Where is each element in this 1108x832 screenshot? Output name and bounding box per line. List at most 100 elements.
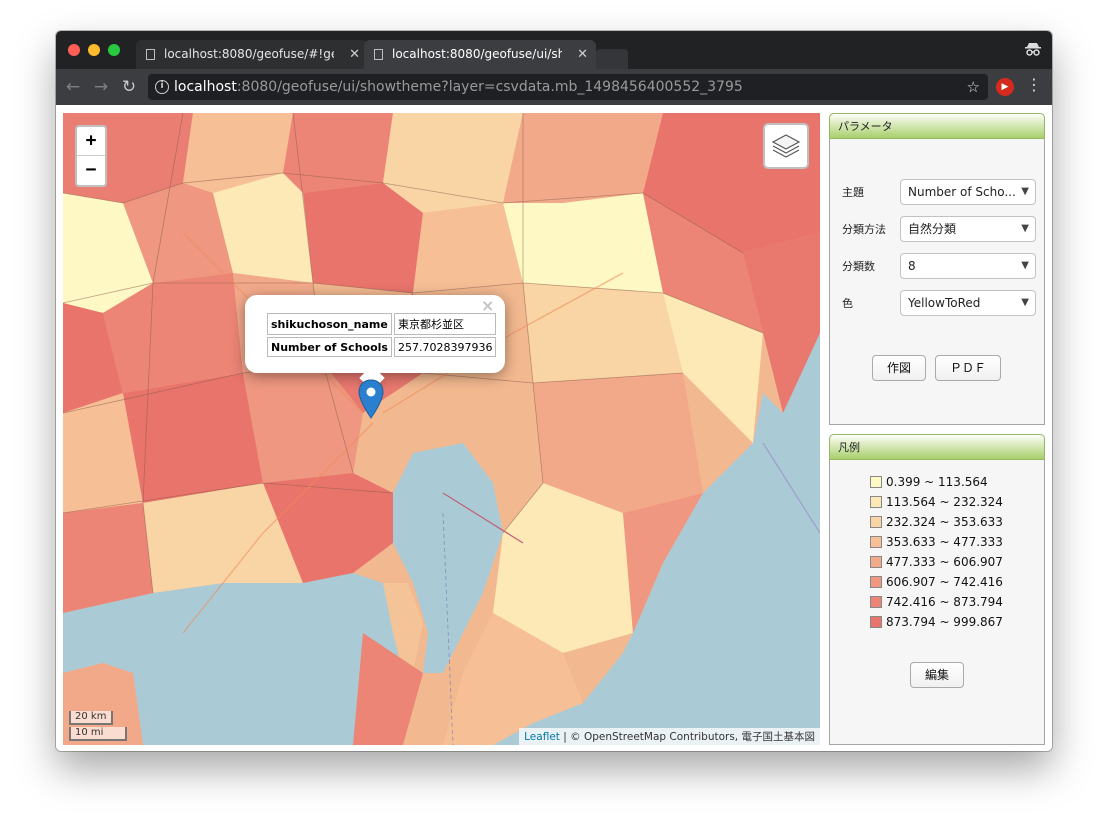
param-row-count: 分類数 8 ▼ (842, 253, 1038, 279)
info-icon[interactable]: i (155, 80, 169, 94)
legend-list: 0.399 ~ 113.564 113.564 ~ 232.324 232.32… (870, 472, 1003, 632)
class-count-select[interactable]: 8 ▼ (900, 253, 1036, 279)
map-attribution: Leaflet | © OpenStreetMap Contributors, … (519, 728, 820, 745)
chevron-down-icon: ▼ (1021, 297, 1029, 308)
popup-value: 257.7028397936 (393, 337, 497, 357)
legend-item: 873.794 ~ 999.867 (870, 612, 1003, 632)
attribution-text: | © OpenStreetMap Contributors, 電子国土基本図 (559, 731, 815, 743)
legend-swatch (870, 556, 882, 568)
feature-popup: shikuchoson_name 東京都杉並区 Number of School… (245, 295, 505, 373)
leaflet-link[interactable]: Leaflet (524, 731, 560, 743)
legend-range: 353.633 ~ 477.333 (886, 535, 1003, 549)
tab-close-icon[interactable]: ✕ (349, 40, 360, 69)
legend-item: 113.564 ~ 232.324 (870, 492, 1003, 512)
tab-showtheme[interactable]: localhost:8080/geofuse/ui/sho ✕ (364, 40, 596, 69)
page-icon (374, 49, 383, 60)
legend-item: 0.399 ~ 113.564 (870, 472, 1003, 492)
address-bar[interactable]: i localhost:8080/geofuse/ui/showtheme?la… (148, 74, 988, 100)
zoom-control: + − (75, 125, 107, 187)
layers-button[interactable] (763, 123, 809, 169)
legend-swatch (870, 536, 882, 548)
param-label: 主題 (842, 186, 864, 199)
tab-strip: localhost:8080/geofuse/#!geo ✕ localhost… (56, 31, 1052, 69)
legend-item: 477.333 ~ 606.907 (870, 552, 1003, 572)
legend-item: 606.907 ~ 742.416 (870, 572, 1003, 592)
scale-mi: 10 mi (69, 727, 127, 741)
select-value: 8 (908, 259, 916, 273)
legend-swatch (870, 496, 882, 508)
page-viewport: + − shikuchoson_name 東京都杉並区 Number of Sc… (56, 105, 1052, 751)
legend-item: 353.633 ~ 477.333 (870, 532, 1003, 552)
legend-range: 477.333 ~ 606.907 (886, 555, 1003, 569)
browser-toolbar: ← → ↻ i localhost:8080/geofuse/ui/showth… (56, 69, 1052, 105)
scale-km: 20 km (69, 711, 113, 725)
legend-swatch (870, 576, 882, 588)
legend-range: 232.324 ~ 353.633 (886, 515, 1003, 529)
map-marker-icon[interactable] (358, 379, 384, 419)
legend-panel: 凡例 0.399 ~ 113.564 113.564 ~ 232.324 232… (829, 434, 1045, 745)
back-arrow-icon[interactable]: ← (62, 76, 84, 98)
parameter-panel-header: パラメータ (829, 113, 1045, 139)
param-label: 色 (842, 297, 853, 310)
browser-menu-icon[interactable]: ⋮ (1026, 75, 1042, 94)
tab-title: localhost:8080/geofuse/ui/sho (392, 47, 562, 61)
color-scheme-select[interactable]: YellowToRed ▼ (900, 290, 1036, 316)
legend-item: 742.416 ~ 873.794 (870, 592, 1003, 612)
scale-bar: 20 km 10 mi (69, 709, 127, 741)
window-maximize-button[interactable] (108, 44, 120, 56)
tab-geofuse-home[interactable]: localhost:8080/geofuse/#!geo ✕ (136, 40, 368, 69)
tab-close-icon[interactable]: ✕ (577, 40, 588, 69)
param-label: 分類方法 (842, 223, 886, 236)
param-row-method: 分類方法 自然分類 ▼ (842, 216, 1038, 242)
legend-range: 0.399 ~ 113.564 (886, 475, 988, 489)
select-value: YellowToRed (908, 296, 981, 310)
popup-value: 東京都杉並区 (393, 313, 497, 335)
select-value: Number of Scho... (908, 185, 1016, 199)
chevron-down-icon: ▼ (1021, 223, 1029, 234)
chevron-down-icon: ▼ (1021, 186, 1029, 197)
incognito-icon (1024, 41, 1042, 57)
parameter-panel: パラメータ 主題 Number of Scho... ▼ 分類方法 自然分類 ▼… (829, 113, 1045, 425)
forward-arrow-icon[interactable]: → (90, 76, 112, 98)
layers-icon (771, 134, 801, 158)
popup-row-schools: Number of Schools 257.7028397936 (267, 337, 497, 357)
draw-button[interactable]: 作図 (872, 355, 926, 381)
popup-table: shikuchoson_name 東京都杉並区 Number of School… (265, 311, 498, 359)
popup-row-name: shikuchoson_name 東京都杉並区 (267, 313, 497, 335)
legend-range: 873.794 ~ 999.867 (886, 615, 1003, 629)
classification-method-select[interactable]: 自然分類 ▼ (900, 216, 1036, 242)
param-label: 分類数 (842, 260, 875, 273)
popup-key: Number of Schools (267, 337, 392, 357)
legend-panel-header: 凡例 (829, 434, 1045, 460)
param-row-color: 色 YellowToRed ▼ (842, 290, 1038, 316)
param-row-theme: 主題 Number of Scho... ▼ (842, 179, 1038, 205)
browser-window: localhost:8080/geofuse/#!geo ✕ localhost… (56, 31, 1052, 751)
legend-swatch (870, 476, 882, 488)
url-host: localhost (174, 79, 237, 95)
tab-title: localhost:8080/geofuse/#!geo (164, 47, 334, 61)
zoom-in-button[interactable]: + (77, 127, 105, 156)
legend-swatch (870, 616, 882, 628)
popup-key: shikuchoson_name (267, 313, 392, 335)
pdf-button[interactable]: ＰＤＦ (935, 355, 1001, 381)
reload-icon[interactable]: ↻ (118, 76, 140, 98)
url-path: :8080/geofuse/ui/showtheme?layer=csvdata… (236, 79, 743, 95)
popup-close-icon[interactable]: × (481, 297, 494, 315)
legend-swatch (870, 596, 882, 608)
window-minimize-button[interactable] (88, 44, 100, 56)
choropleth-map[interactable]: + − shikuchoson_name 東京都杉並区 Number of Sc… (63, 113, 820, 745)
bookmark-star-icon[interactable]: ☆ (967, 74, 980, 100)
legend-item: 232.324 ~ 353.633 (870, 512, 1003, 532)
legend-range: 113.564 ~ 232.324 (886, 495, 1003, 509)
page-icon (146, 49, 155, 60)
extension-play-icon[interactable]: ▶ (996, 78, 1014, 96)
legend-swatch (870, 516, 882, 528)
legend-range: 606.907 ~ 742.416 (886, 575, 1003, 589)
edit-button[interactable]: 編集 (910, 662, 964, 688)
new-tab-button[interactable] (596, 49, 628, 69)
window-close-button[interactable] (68, 44, 80, 56)
map-tiles (63, 113, 820, 745)
select-value: 自然分類 (908, 222, 957, 236)
zoom-out-button[interactable]: − (77, 156, 105, 185)
theme-select[interactable]: Number of Scho... ▼ (900, 179, 1036, 205)
